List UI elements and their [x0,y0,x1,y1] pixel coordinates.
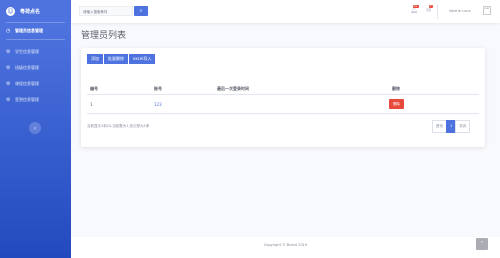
gear-icon: ⚙ [6,97,11,103]
delete-button[interactable]: 删除 [389,99,404,109]
user-name[interactable]: Valerie Luna [449,9,471,13]
avatar[interactable]: user [483,6,491,15]
dashboard-icon: ◷ [6,28,11,34]
chevron-up-icon: ˄ [480,240,484,248]
sidebar-item-label: 课程信息管理 [15,81,39,86]
excel-import-button[interactable]: excel导入 [129,54,156,64]
column-header-last-login: 最后一次登录时间 [217,86,249,91]
gear-icon: ⚙ [6,65,11,71]
admin-list-card: 添加 批量删除 excel导入 编号 账号 最后一次登录时间 删除 1 123 … [81,48,485,147]
sidebar-item-label: 学生信息管理 [15,49,39,54]
pagination-info: 当前显示1到10,当前数为1,总记录为1条 [87,124,150,128]
add-button[interactable]: 添加 [87,54,103,64]
bell-icon: 🔔︎ [410,7,418,14]
table-divider [87,94,479,95]
cell-account[interactable]: 123 [154,102,162,107]
column-header-account: 账号 [154,86,162,91]
sidebar-item-signin[interactable]: ⚙ 签到信息管理 [0,92,71,108]
sidebar-item-label: 管理员信息管理 [15,28,43,33]
sidebar-item-students[interactable]: ⚙ 学生信息管理 [0,44,71,60]
envelope-icon: ✉ [426,7,432,14]
column-header-delete: 删除 [392,86,400,91]
cell-id: 1 [90,102,93,107]
sidebar-item-label: 班级信息管理 [15,65,39,70]
sidebar: ☺ 粤荷点名 ◷ 管理员信息管理 ⚙ 学生信息管理 ⚙ 班级信息管理 ⚙ 课程信… [0,0,71,258]
gear-icon: ⚙ [6,49,11,55]
smile-icon: ☺ [6,6,15,16]
column-header-id: 编号 [90,86,98,91]
batch-delete-button[interactable]: 批量删除 [104,54,128,64]
first-page-button[interactable]: 首页 [432,120,447,133]
page-title: 管理员列表 [81,31,127,41]
sidebar-item-admin[interactable]: ◷ 管理员信息管理 [0,23,71,39]
chevron-left-icon: ‹ [33,124,37,132]
brand-name: 粤荷点名 [20,8,41,15]
table-divider [87,113,479,114]
sidebar-item-label: 签到信息管理 [15,97,39,102]
copyright: Copyright © Brand 2019 [263,243,308,247]
messages-button[interactable]: ✉ 7 [426,5,433,14]
last-page-button[interactable]: 末页 [455,120,471,133]
sidebar-toggle-button[interactable]: ‹ [29,122,41,134]
alerts-badge: 3+ [413,5,419,8]
sidebar-brand[interactable]: ☺ 粤荷点名 [0,0,71,22]
sidebar-item-classes[interactable]: ⚙ 班级信息管理 [0,60,71,76]
topbar-divider [437,4,438,19]
footer: Copyright © Brand 2019 [71,237,500,258]
search-button[interactable]: ⌕ [134,6,148,16]
pagination: 首页 1 末页 [432,120,471,133]
scroll-to-top-button[interactable]: ˄ [476,238,488,250]
messages-badge: 7 [429,5,433,8]
gear-icon: ⚙ [6,81,11,87]
search-input[interactable]: 请输入搜索条件 [79,6,133,16]
sidebar-divider [6,39,65,40]
topbar: 请输入搜索条件 ⌕ 🔔︎ 3+ ✉ 7 Valerie Luna user [71,0,500,23]
toolbar: 添加 批量删除 excel导入 [87,54,156,64]
search-icon: ⌕ [139,8,143,14]
sidebar-item-courses[interactable]: ⚙ 课程信息管理 [0,76,71,92]
alerts-button[interactable]: 🔔︎ 3+ [410,5,419,14]
